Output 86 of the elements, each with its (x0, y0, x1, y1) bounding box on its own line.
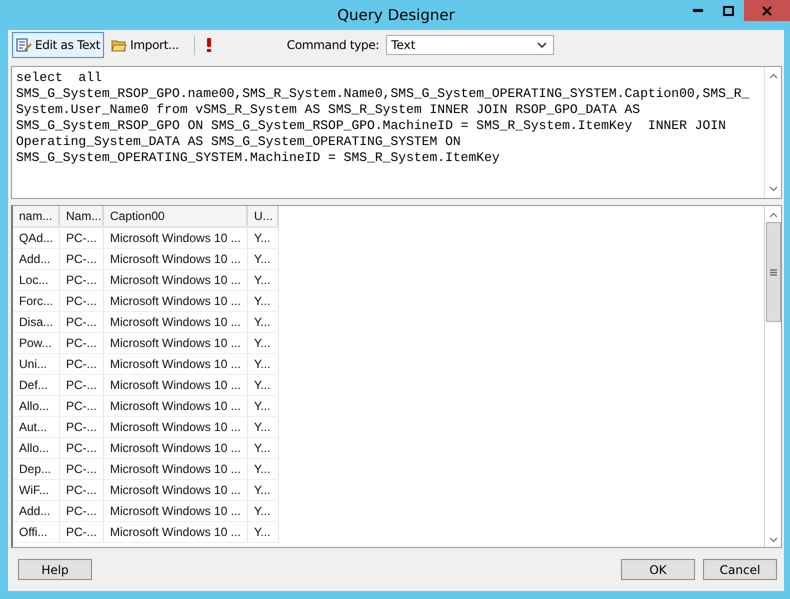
table-cell: Loc... (13, 270, 60, 290)
table-cell: PC-... (60, 354, 104, 374)
scrollbar[interactable] (764, 206, 781, 547)
table-cell: PC-... (60, 291, 104, 311)
table-cell: PC-... (60, 438, 104, 458)
table-cell: PC-... (60, 228, 104, 248)
column-header[interactable]: Caption00 (104, 206, 248, 226)
table-cell: Pow... (13, 333, 60, 353)
table-cell: Dep... (13, 459, 60, 479)
table-cell: Aut... (13, 417, 60, 437)
table-cell: Y... (248, 480, 279, 500)
table-cell: PC-... (60, 396, 104, 416)
close-icon (762, 6, 772, 16)
scroll-down-icon[interactable] (768, 186, 778, 192)
table-cell: QAd... (13, 228, 60, 248)
table-cell: Offi... (13, 522, 60, 542)
table-cell: Y... (248, 375, 279, 395)
table-cell: PC-... (60, 501, 104, 521)
table-cell: Microsoft Windows 10 ... (104, 312, 248, 332)
table-cell: PC-... (60, 459, 104, 479)
table-cell: PC-... (60, 375, 104, 395)
table-cell: Def... (13, 375, 60, 395)
minimize-icon (693, 8, 703, 12)
table-cell: Y... (248, 291, 279, 311)
edit-as-text-button[interactable]: Edit as Text (12, 32, 104, 58)
table-cell: Microsoft Windows 10 ... (104, 291, 248, 311)
table-cell: PC-... (60, 522, 104, 542)
table-cell: Microsoft Windows 10 ... (104, 396, 248, 416)
table-cell: WiF... (13, 480, 60, 500)
table-cell: Add... (13, 249, 60, 269)
table-cell: Microsoft Windows 10 ... (104, 249, 248, 269)
table-cell: PC-... (60, 333, 104, 353)
scroll-down-icon[interactable] (768, 537, 778, 543)
import-button[interactable]: Import... (107, 32, 183, 58)
table-cell: Uni... (13, 354, 60, 374)
table-cell: Add... (13, 501, 60, 521)
table-cell: Microsoft Windows 10 ... (104, 522, 248, 542)
exclamation-icon[interactable] (206, 37, 212, 53)
table-cell: Allo... (13, 438, 60, 458)
column-header[interactable]: Nam... (60, 206, 104, 226)
table-cell: Microsoft Windows 10 ... (104, 333, 248, 353)
maximize-icon (722, 6, 734, 16)
table-cell: Y... (248, 396, 279, 416)
table-cell: Y... (248, 522, 279, 542)
table-cell: PC-... (60, 249, 104, 269)
table-cell: Y... (248, 270, 279, 290)
table-cell: PC-... (60, 417, 104, 437)
scroll-thumb[interactable] (766, 222, 780, 322)
table-cell: Disa... (13, 312, 60, 332)
scroll-up-icon[interactable] (768, 212, 778, 218)
table-cell: PC-... (60, 480, 104, 500)
document-pencil-icon (16, 37, 32, 53)
table-cell: Y... (248, 312, 279, 332)
window-title: Query Designer (337, 6, 455, 24)
table-cell: Microsoft Windows 10 ... (104, 438, 248, 458)
grip-icon (770, 268, 776, 276)
command-type-dropdown[interactable]: Text (386, 35, 554, 55)
table-cell: PC-... (60, 312, 104, 332)
table-cell: Microsoft Windows 10 ... (104, 375, 248, 395)
table-cell: Y... (248, 333, 279, 353)
table-cell: Microsoft Windows 10 ... (104, 228, 248, 248)
ok-button[interactable]: OK (621, 559, 695, 580)
chevron-down-icon (537, 42, 548, 48)
table-cell: Microsoft Windows 10 ... (104, 354, 248, 374)
table-cell: Y... (248, 354, 279, 374)
scroll-up-icon[interactable] (768, 73, 778, 79)
table-cell: Y... (248, 501, 279, 521)
table-cell: Y... (248, 438, 279, 458)
table-cell: Allo... (13, 396, 60, 416)
table-cell: Microsoft Windows 10 ... (104, 501, 248, 521)
column-header[interactable]: nam... (13, 206, 60, 226)
column-header[interactable]: U... (248, 206, 279, 226)
close-button[interactable] (744, 0, 790, 21)
table-cell: Y... (248, 228, 279, 248)
table-cell: Y... (248, 249, 279, 269)
table-cell: Microsoft Windows 10 ... (104, 480, 248, 500)
table-cell: Forc... (13, 291, 60, 311)
table-cell: Microsoft Windows 10 ... (104, 270, 248, 290)
table-cell: Y... (248, 459, 279, 479)
table-cell: Microsoft Windows 10 ... (104, 417, 248, 437)
table-cell: Microsoft Windows 10 ... (104, 459, 248, 479)
table-cell: Y... (248, 417, 279, 437)
command-type-label: Command type: (286, 38, 380, 52)
help-button[interactable]: Help (18, 559, 92, 580)
cancel-button[interactable]: Cancel (703, 559, 777, 580)
table-cell: PC-... (60, 270, 104, 290)
